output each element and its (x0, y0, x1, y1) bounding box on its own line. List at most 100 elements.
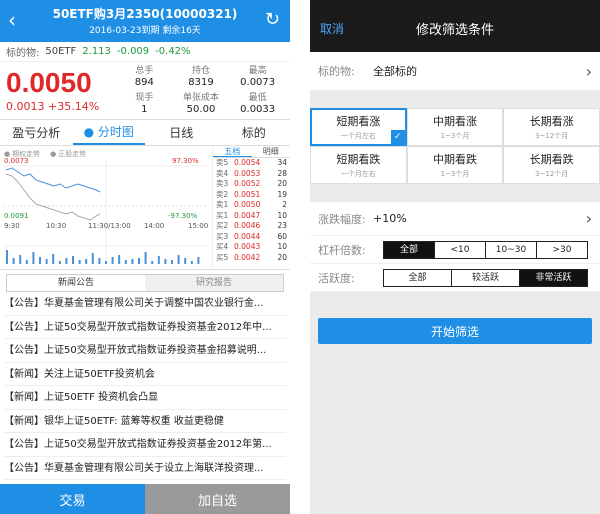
level-label: 买2 (216, 221, 229, 230)
level-label: 买4 (216, 242, 229, 251)
strategy-period: 1~3个月 (440, 132, 470, 140)
orderbook-row: 买2 0.0046 23 (213, 221, 290, 232)
strategy-option[interactable]: 中期看跌 1~3个月 (406, 146, 504, 184)
stat-label: 单张成本 (182, 92, 219, 103)
orderbook-row: 卖1 0.0050 2 (213, 200, 290, 211)
legend-underlying: 正股走势 (50, 149, 86, 159)
volume-bar (171, 260, 173, 264)
add-watchlist-button[interactable]: 加自选 (145, 484, 290, 514)
tab-news[interactable]: 新闻公告 (7, 275, 145, 291)
chart-area: 0.0073 97.30% 0.0091 -97.30% 9:30 10:30 … (0, 146, 290, 270)
strategy-option[interactable]: 长期看跌 3~12个月 (503, 146, 600, 184)
stat-value: 0.0073 (240, 77, 276, 89)
volume-bar (32, 252, 35, 264)
strategy-grid: 短期看涨 一个月左右 ✓ 中期看涨 1~3个月 长期看涨 3~12个月 短期看跌 一个月左右 中期… (310, 108, 600, 184)
level-price: 0.0042 (234, 252, 261, 262)
start-filter-button[interactable]: 开始筛选 (318, 318, 592, 344)
quote-stat: 持仓 8319 (173, 64, 230, 91)
chart-tab[interactable]: 日线 (145, 120, 218, 145)
chart-tab[interactable]: 标的 (218, 120, 291, 145)
quote-stat: 最高 0.0073 (229, 64, 286, 91)
orderbook-row: 卖2 0.0051 19 (213, 190, 290, 201)
tab-detail[interactable]: 明细 (252, 146, 291, 157)
trade-button[interactable]: 交易 (0, 484, 145, 514)
volume-bar (164, 259, 167, 264)
amplitude-value: +10% (373, 212, 407, 225)
news-item[interactable]: 【公告】上证50交易型开放式指数证券投资基金招募说明... (4, 339, 286, 363)
volume-bar (12, 258, 15, 264)
underlying-selector[interactable]: 标的物: 全部标的 › (310, 52, 600, 90)
news-item[interactable]: 【新闻】银华上证50ETF: 蓝筹等权重 收益更稳健 (4, 410, 286, 433)
check-icon: ✓ (390, 130, 405, 144)
volume-bar (184, 258, 187, 264)
level-volume: 34 (277, 158, 287, 167)
back-chevron-icon[interactable]: ‹ (8, 10, 16, 30)
level-volume: 23 (277, 221, 287, 230)
underlying-change-pct: -0.42% (155, 46, 191, 57)
volume-bar (6, 250, 8, 264)
segment-option[interactable]: <10 (435, 241, 486, 258)
x-label-0930: 9:30 (4, 222, 20, 230)
detail-header: ‹ 50ETF购3月2350(10000321) 2016-03-23到期 剩余… (0, 0, 290, 42)
tab-research[interactable]: 研究报告 (145, 275, 283, 291)
volume-bar (52, 254, 55, 264)
news-item[interactable]: 【公告】华夏基金管理有限公司关于调整中国农业银行金... (4, 292, 286, 316)
intraday-chart: 0.0073 97.30% 0.0091 -97.30% 9:30 10:30 … (0, 146, 212, 269)
stat-value: 50.00 (186, 103, 216, 115)
activity-segment: 全部 较活跃 非常活跃 (383, 268, 588, 287)
y-top-right: 97.30% (172, 157, 199, 165)
contract-expiry: 2016-03-23到期 剩余16天 (89, 26, 201, 36)
level-price: 0.0050 (234, 200, 261, 209)
segment-option[interactable]: 非常活跃 (520, 269, 587, 286)
segment-option[interactable]: 较活跃 (452, 269, 520, 286)
orderbook-tabs: 五档 明细 (213, 146, 290, 158)
level-price: 0.0054 (234, 158, 261, 167)
level-price: 0.0051 (234, 189, 261, 199)
underlying-value: 全部标的 (373, 65, 417, 78)
strategy-option[interactable]: 短期看跌 一个月左右 (310, 146, 407, 184)
level-label: 卖3 (216, 179, 229, 188)
volume-bar (144, 252, 147, 264)
level-price: 0.0052 (234, 179, 261, 188)
volume-bar (177, 255, 180, 264)
volume-bar (105, 261, 107, 264)
orderbook-row: 买3 0.0044 60 (213, 232, 290, 243)
orderbook-row: 卖3 0.0052 20 (213, 179, 290, 190)
news-item[interactable]: 【公告】上证50交易型开放式指数证券投资基金2012年中... (4, 316, 286, 339)
volume-bar (124, 260, 127, 264)
last-price: 0.0050 (6, 67, 92, 98)
filter-options: 涨跌幅度: +10% › 杠杆倍数: 全部 <10 10~30 >30 活跃度: 全部… (310, 202, 600, 292)
tab-five-level[interactable]: 五档 (213, 146, 252, 157)
chevron-right-icon: › (585, 62, 592, 81)
segment-option[interactable]: 全部 (384, 269, 452, 286)
news-item[interactable]: 【新闻】上证50ETF 投资机会凸显 (4, 386, 286, 410)
strategy-option[interactable]: 长期看涨 3~12个月 (503, 108, 600, 146)
chart-tab[interactable]: 盈亏分析 (0, 120, 73, 145)
underlying-bar: 标的物: 50ETF 2.113 -0.009 -0.42% (0, 42, 290, 62)
chart-tab[interactable]: ● 分时图 (72, 120, 145, 145)
segment-option[interactable]: 10~30 (486, 241, 537, 258)
refresh-icon[interactable]: ↻ (265, 10, 280, 30)
x-label-1130: 11:30/13:00 (88, 222, 131, 230)
strategy-option[interactable]: 中期看涨 1~3个月 (406, 108, 504, 146)
news-item[interactable]: 【新闻】关注上证50ETF投资机会 (4, 363, 286, 386)
level-volume: 60 (277, 231, 287, 241)
level-price: 0.0046 (234, 221, 261, 230)
x-label-1030: 10:30 (46, 222, 66, 230)
stat-label: 最高 (248, 66, 267, 77)
news-item[interactable]: 【公告】上证50交易型开放式指数证券投资基金2012年第... (4, 433, 286, 457)
volume-bar (39, 257, 41, 264)
stat-value: 8319 (188, 77, 214, 89)
strategy-title: 中期看跌 (432, 153, 477, 166)
chevron-right-icon: › (585, 209, 592, 228)
level-price: 0.0047 (234, 210, 261, 220)
segment-option[interactable]: 全部 (384, 241, 435, 258)
quote-stat: 单张成本 50.00 (173, 91, 230, 118)
stat-value: 1 (141, 103, 148, 115)
segment-option[interactable]: >30 (537, 242, 587, 258)
filter-title: 修改筛选条件 (415, 23, 494, 38)
amplitude-selector[interactable]: 涨跌幅度: +10% › (310, 202, 600, 236)
news-item[interactable]: 【公告】华夏基金管理有限公司关于设立上海联洋投资理... (4, 457, 286, 480)
chart-legend: 期权走势 正股走势 (4, 149, 86, 159)
strategy-option[interactable]: 短期看涨 一个月左右 ✓ (310, 108, 407, 146)
